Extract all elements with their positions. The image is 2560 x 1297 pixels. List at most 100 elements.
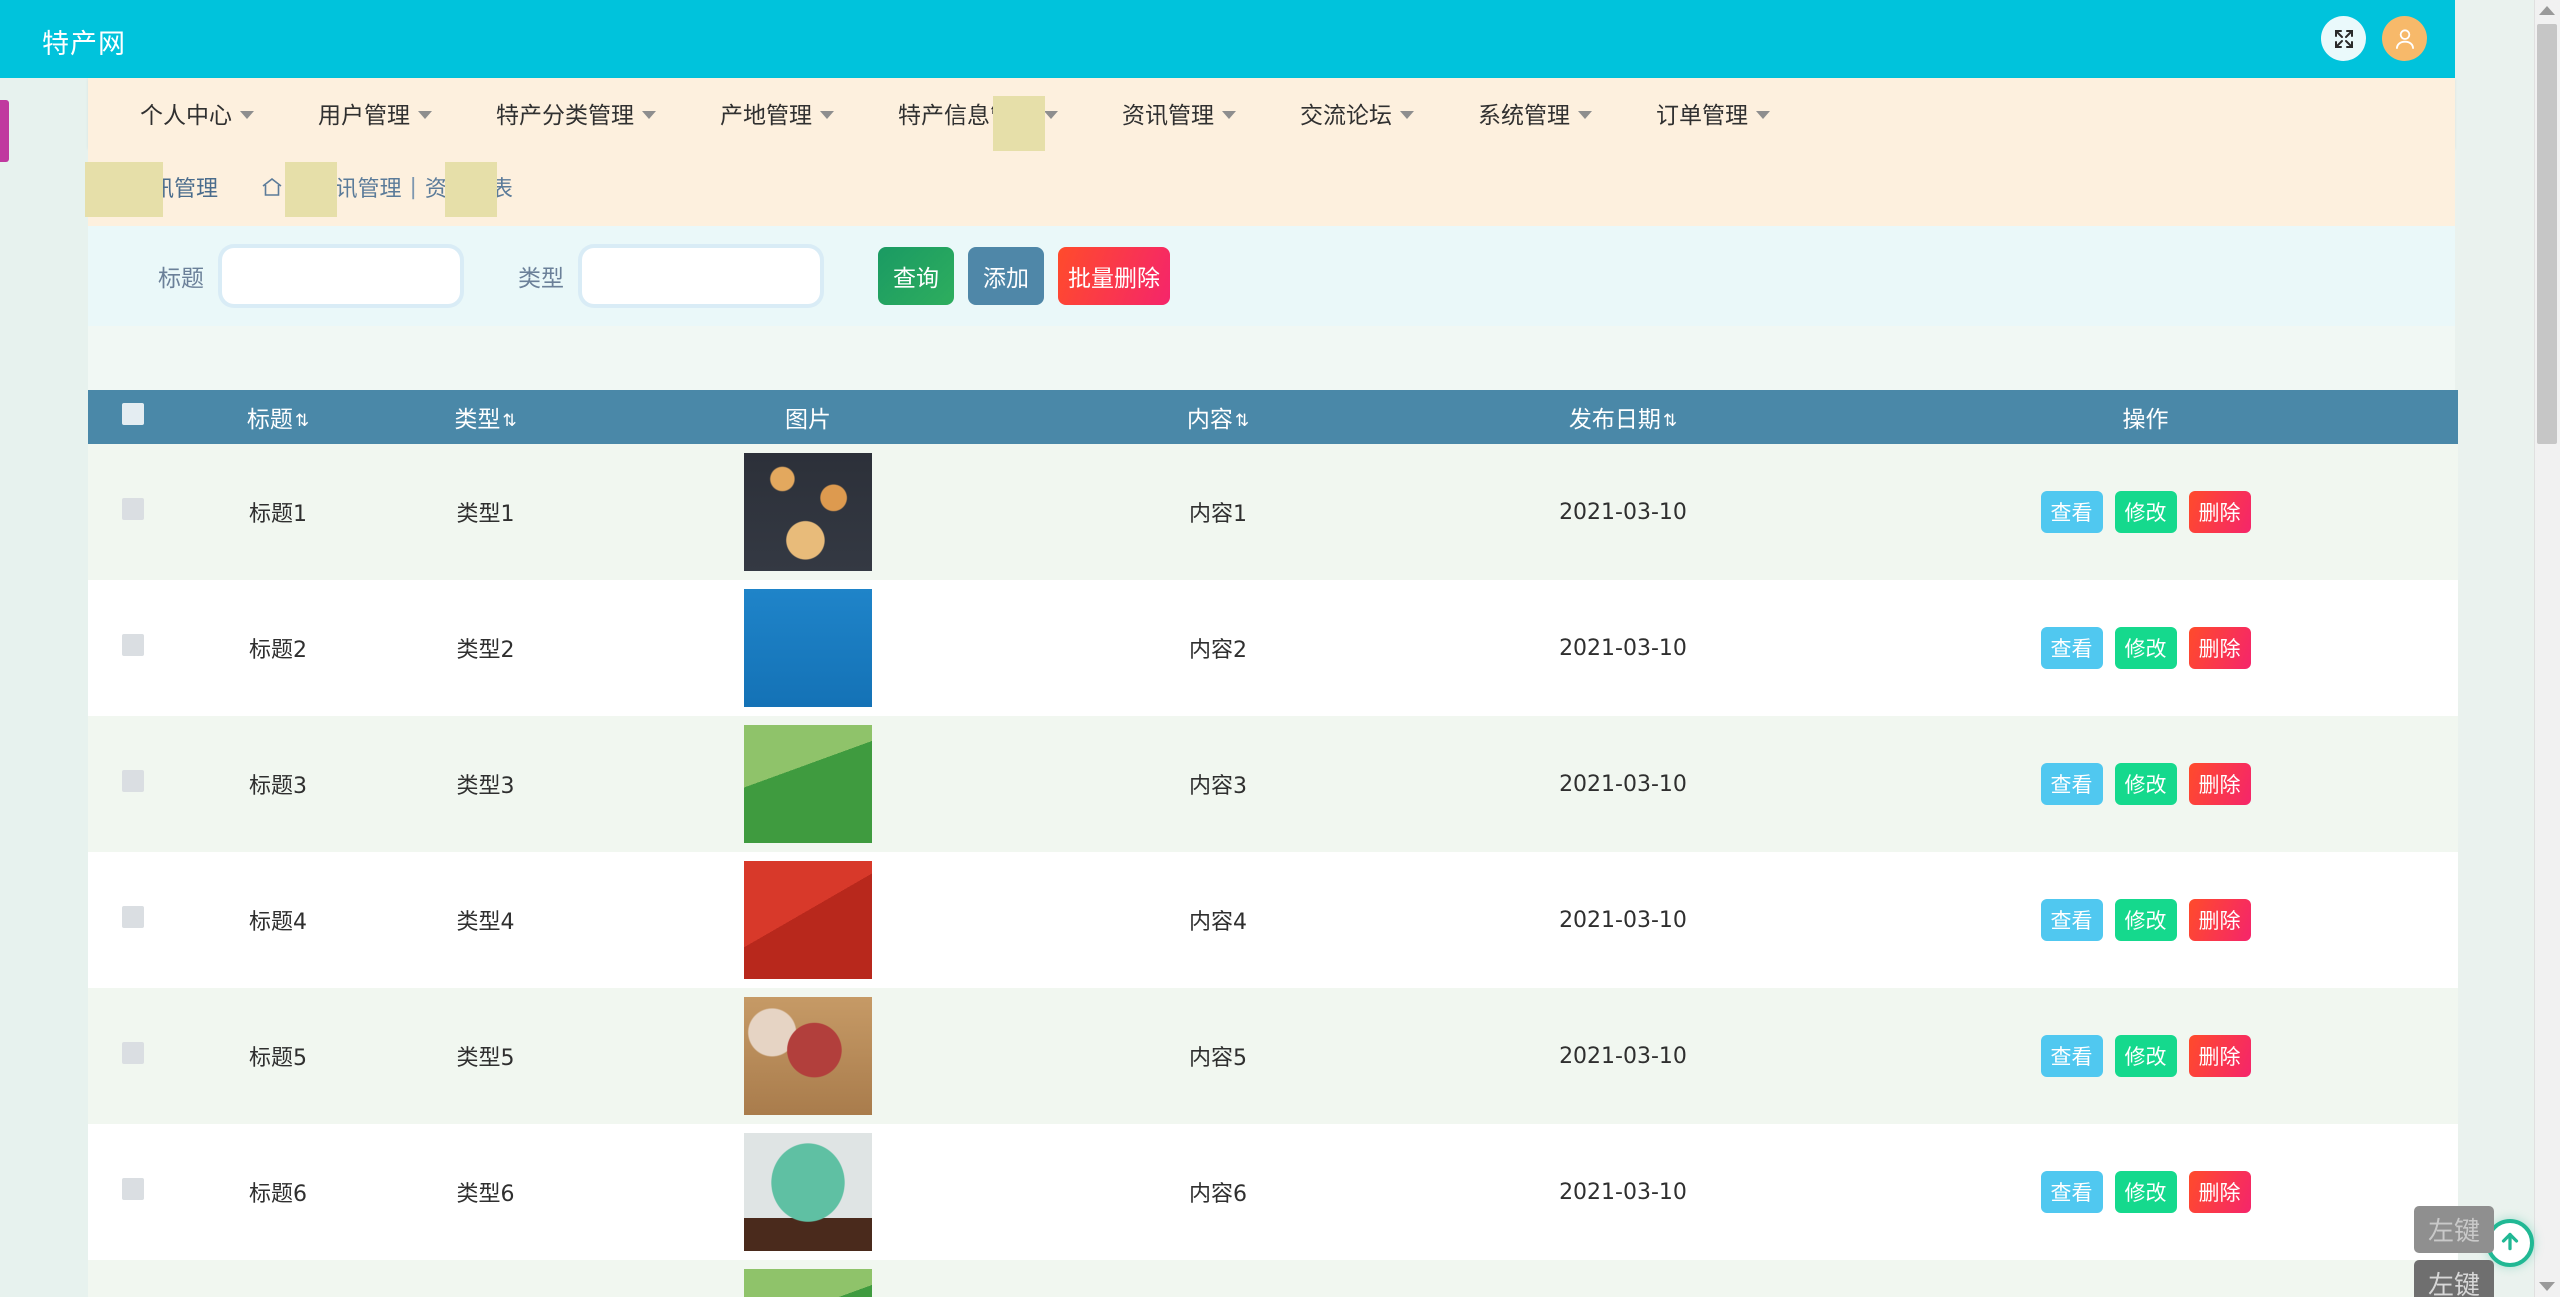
nav-item-specialty-info-management[interactable]: 特产信息管理 (866, 78, 1090, 148)
cell-select[interactable] (88, 852, 178, 988)
edit-button[interactable]: 修改 (2115, 491, 2177, 533)
cell-title: 标题3 (178, 716, 378, 852)
select-all-checkbox[interactable] (122, 403, 144, 425)
meat-and-vegetables[interactable] (744, 997, 872, 1115)
scrollbar-thumb[interactable] (2537, 24, 2557, 444)
query-button[interactable]: 查询 (878, 247, 954, 305)
chevron-down-icon (1400, 111, 1414, 119)
row-checkbox[interactable] (122, 498, 144, 520)
table-row: 标题5类型5内容52021-03-10查看修改删除 (88, 988, 2458, 1124)
sort-icon[interactable]: ⇅ (295, 411, 309, 431)
delete-button[interactable]: 删除 (2189, 627, 2251, 669)
sort-icon[interactable]: ⇅ (1235, 411, 1249, 431)
th-title-label: 标题 (247, 407, 293, 433)
view-button[interactable]: 查看 (2041, 627, 2103, 669)
click-hint-badge-2: 左键 (2414, 1260, 2494, 1297)
view-button[interactable]: 查看 (2041, 1035, 2103, 1077)
th-title[interactable]: 标题⇅ (178, 390, 378, 444)
cell-select[interactable] (88, 444, 178, 580)
cell-publish-date: 2021-03-10 (1413, 1124, 1833, 1260)
title-search-input[interactable] (222, 248, 460, 304)
delete-button[interactable]: 删除 (2189, 763, 2251, 805)
nav-item-specialty-category-management[interactable]: 特产分类管理 (464, 78, 688, 148)
nav-item-personal-center[interactable]: 个人中心 (108, 78, 286, 148)
view-button[interactable]: 查看 (2041, 491, 2103, 533)
left-rail (0, 78, 88, 1297)
scroll-up-arrow-icon[interactable] (2539, 6, 2555, 15)
th-publish-date[interactable]: 发布日期⇅ (1413, 390, 1833, 444)
redaction-block-nav (993, 96, 1045, 151)
edit-button[interactable]: 修改 (2115, 627, 2177, 669)
th-type-label: 类型 (454, 407, 500, 433)
chevron-down-icon (1578, 111, 1592, 119)
chevron-down-icon (1044, 111, 1058, 119)
cell-content: 内容6 (1023, 1124, 1413, 1260)
nav-item-news-management[interactable]: 资讯管理 (1090, 78, 1268, 148)
cell-content: 内容3 (1023, 716, 1413, 852)
row-checkbox[interactable] (122, 634, 144, 656)
cell-type: 类型5 (378, 988, 593, 1124)
row-checkbox[interactable] (122, 770, 144, 792)
th-date-label: 发布日期 (1569, 407, 1661, 433)
th-content-label: 内容 (1187, 407, 1233, 433)
row-checkbox[interactable] (122, 1178, 144, 1200)
sort-icon[interactable]: ⇅ (502, 411, 516, 431)
jade-stone-carving[interactable] (744, 1133, 872, 1251)
scroll-down-arrow-icon[interactable] (2539, 1282, 2555, 1291)
breadcrumb-separator-2: | (409, 175, 416, 200)
cell-operations: 查看修改删除 (1833, 444, 2458, 580)
edit-button[interactable]: 修改 (2115, 899, 2177, 941)
cell-select[interactable] (88, 988, 178, 1124)
cell-type: 类型1 (378, 444, 593, 580)
red-gift-box[interactable] (744, 861, 872, 979)
row-checkbox[interactable] (122, 906, 144, 928)
blue-peanut-cake-package[interactable] (744, 589, 872, 707)
edit-button[interactable]: 修改 (2115, 1171, 2177, 1213)
cell-select[interactable] (88, 580, 178, 716)
pastry-photo[interactable] (744, 453, 872, 571)
home-icon[interactable] (260, 175, 284, 199)
row-checkbox[interactable] (122, 1042, 144, 1064)
nav-item-system-management[interactable]: 系统管理 (1446, 78, 1624, 148)
page-scrollbar[interactable] (2534, 0, 2560, 1297)
delete-button[interactable]: 删除 (2189, 491, 2251, 533)
title-filter-label: 标题 (158, 259, 204, 293)
edit-button[interactable]: 修改 (2115, 763, 2177, 805)
cell-select[interactable] (88, 716, 178, 852)
add-button[interactable]: 添加 (968, 247, 1044, 305)
view-button[interactable]: 查看 (2041, 763, 2103, 805)
nav-item-label: 用户管理 (318, 96, 410, 130)
sort-icon[interactable]: ⇅ (1663, 411, 1677, 431)
th-type[interactable]: 类型⇅ (378, 390, 593, 444)
fullscreen-icon[interactable] (2321, 16, 2366, 61)
type-filter-group: 类型 (518, 248, 820, 304)
user-avatar-icon[interactable] (2382, 16, 2427, 61)
cell-select[interactable] (88, 1260, 178, 1297)
batch-delete-button[interactable]: 批量删除 (1058, 247, 1170, 305)
nav-item-label: 特产分类管理 (496, 96, 634, 130)
delete-button[interactable]: 删除 (2189, 1035, 2251, 1077)
th-operations: 操作 (1833, 390, 2458, 444)
edit-button[interactable]: 修改 (2115, 1035, 2177, 1077)
th-select-all[interactable] (88, 390, 178, 444)
green-gift-box[interactable] (744, 725, 872, 843)
news-table-container: 标题⇅ 类型⇅ 图片 内容⇅ 发布日期⇅ 操作 (88, 390, 2458, 1297)
view-button[interactable]: 查看 (2041, 899, 2103, 941)
view-button[interactable]: 查看 (2041, 1171, 2103, 1213)
type-search-input[interactable] (582, 248, 820, 304)
delete-button[interactable]: 删除 (2189, 899, 2251, 941)
nav-item-user-management[interactable]: 用户管理 (286, 78, 464, 148)
nav-item-forum[interactable]: 交流论坛 (1268, 78, 1446, 148)
th-content[interactable]: 内容⇅ (1023, 390, 1413, 444)
delete-button[interactable]: 删除 (2189, 1171, 2251, 1213)
row-action-group: 查看修改删除 (1833, 1171, 2458, 1213)
table-row: 标题6类型6内容62021-03-10查看修改删除 (88, 1124, 2458, 1260)
green-gift-box[interactable] (744, 1269, 872, 1297)
chevron-down-icon (820, 111, 834, 119)
cell-select[interactable] (88, 1124, 178, 1260)
nav-item-origin-management[interactable]: 产地管理 (688, 78, 866, 148)
left-edge-tab[interactable] (0, 100, 9, 162)
nav-item-order-management[interactable]: 订单管理 (1624, 78, 1802, 148)
cell-operations: 查看修改删除 (1833, 1260, 2458, 1297)
cell-operations: 查看修改删除 (1833, 988, 2458, 1124)
